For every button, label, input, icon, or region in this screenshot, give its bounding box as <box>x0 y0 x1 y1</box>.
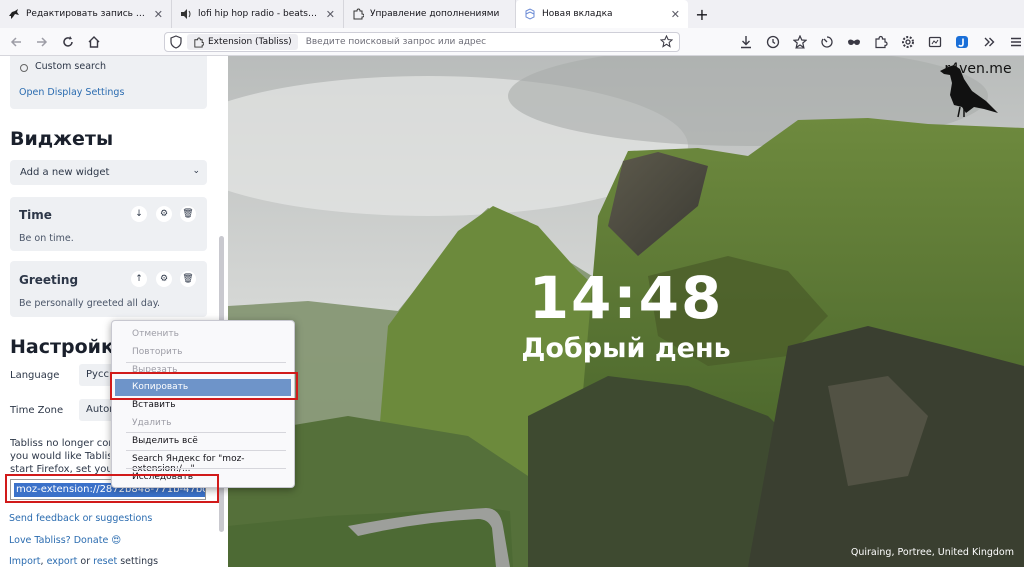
extension-identity-chip[interactable]: Extension (Tabliss) <box>187 34 298 50</box>
gear-icon[interactable] <box>894 28 921 56</box>
downloads-icon[interactable] <box>732 28 759 56</box>
home-icon[interactable] <box>81 29 107 55</box>
audio-icon <box>180 8 192 20</box>
reset-link[interactable]: reset <box>93 556 117 567</box>
import-link[interactable]: Import <box>9 556 41 567</box>
greeting-widget-card: Greeting Be personally greeted all day. … <box>10 261 207 317</box>
custom-search-label: Custom search <box>35 61 106 72</box>
language-label: Language <box>10 370 60 381</box>
url-placeholder: Введите поисковый запрос или адрес <box>305 37 487 47</box>
settings-text: settings <box>120 556 159 567</box>
forward-icon[interactable] <box>29 29 55 55</box>
tab-addons[interactable]: Управление дополнениями <box>344 0 516 28</box>
chevron-down-icon: ⌄ <box>192 166 200 176</box>
trash-icon[interactable]: 🗑 <box>180 271 196 287</box>
menu-item-undo[interactable]: Отменить <box>115 326 291 343</box>
widgets-heading: Виджеты <box>10 128 114 150</box>
close-icon[interactable]: ✕ <box>154 8 163 21</box>
gear-icon[interactable]: ⚙ <box>156 206 172 222</box>
photo-location[interactable]: Quiraing, Portree, United Kingdom <box>851 547 1014 558</box>
puzzle-icon <box>194 36 204 48</box>
shield-icon[interactable] <box>169 35 183 49</box>
custom-search-radio[interactable] <box>20 64 28 72</box>
new-tab-button[interactable]: + <box>688 0 716 28</box>
menu-icon[interactable] <box>1002 28 1024 56</box>
time-widget-title: Time <box>19 208 52 222</box>
tab-label: lofi hip hop radio - beats to relax/ <box>198 9 320 19</box>
homepage-note: Tabliss no longer contr you would like T… <box>10 437 110 476</box>
menu-item-delete[interactable]: Удалить <box>115 415 291 432</box>
history-icon[interactable] <box>759 28 786 56</box>
menu-item-search-yandex[interactable]: Search Яндекс for "moz-extension:/..." <box>115 451 291 474</box>
tabliss-icon <box>524 8 536 20</box>
watermark-logo: r4ven.me <box>936 61 1020 118</box>
extensions-icon[interactable] <box>867 28 894 56</box>
add-widget-label: Add a new widget <box>20 167 110 178</box>
context-menu: Отменить Повторить Вырезать Копировать В… <box>111 320 295 488</box>
note-line: you would like Tabliss t <box>10 451 110 462</box>
menu-item-redo[interactable]: Повторить <box>115 344 291 361</box>
clock-time: 14:48 <box>528 264 724 332</box>
tabliss-background: r4ven.me 14:48 Добрый день Quiraing, Por… <box>228 56 1024 567</box>
greeting-text: Добрый день <box>521 333 731 364</box>
puzzle-icon <box>352 8 364 20</box>
import-export-line: Import, export or reset settings <box>9 556 159 567</box>
time-widget-card: Time Be on time. ↓ ⚙ 🗑 <box>10 197 207 251</box>
greeting-widget-desc: Be personally greeted all day. <box>19 298 160 309</box>
tab-edit-post[interactable]: Редактировать запись ‹ Ворони ✕ <box>0 0 172 28</box>
open-display-settings-link[interactable]: Open Display Settings <box>19 87 124 98</box>
back-icon[interactable] <box>3 29 29 55</box>
timezone-label: Time Zone <box>10 405 64 416</box>
tab-label: Новая вкладка <box>542 9 613 19</box>
search-settings-card: Custom search Open Display Settings <box>10 56 207 109</box>
extension-chip-label: Extension (Tabliss) <box>208 37 292 47</box>
tab-lofi[interactable]: lofi hip hop radio - beats to relax/ ✕ <box>172 0 344 28</box>
screenshot-icon[interactable] <box>921 28 948 56</box>
note-line: Tabliss no longer contr <box>10 438 110 449</box>
add-widget-select[interactable]: Add a new widget ⌄ <box>10 160 207 185</box>
reload-icon[interactable] <box>55 29 81 55</box>
navigation-bar: Extension (Tabliss) Введите поисковый за… <box>0 28 1024 56</box>
joplin-icon[interactable] <box>948 28 975 56</box>
close-icon[interactable]: ✕ <box>671 8 680 21</box>
toolbar-right <box>732 28 1024 56</box>
overflow-chevrons-icon[interactable] <box>975 28 1002 56</box>
export-link[interactable]: export <box>47 556 78 567</box>
gear-icon[interactable]: ⚙ <box>156 271 172 287</box>
trash-icon[interactable]: 🗑 <box>180 206 196 222</box>
move-down-icon[interactable]: ↓ <box>131 206 147 222</box>
timer-icon[interactable] <box>813 28 840 56</box>
url-bar[interactable]: Extension (Tabliss) Введите поисковый за… <box>164 32 680 52</box>
annotation-highlight-copy <box>110 372 298 400</box>
close-icon[interactable]: ✕ <box>326 8 335 21</box>
tab-new[interactable]: Новая вкладка ✕ <box>516 0 688 28</box>
raven-icon <box>8 8 20 20</box>
or-text: or <box>80 556 91 567</box>
donate-link[interactable]: Love Tabliss? Donate 😍 <box>9 535 121 546</box>
tab-label: Управление дополнениями <box>370 9 500 19</box>
settings-heading: Настройки <box>10 336 128 358</box>
mask-icon[interactable] <box>840 28 867 56</box>
raven-icon <box>940 65 998 118</box>
bookmarks-icon[interactable] <box>786 28 813 56</box>
tab-strip: Редактировать запись ‹ Ворони ✕ lofi hip… <box>0 0 1024 28</box>
move-up-icon[interactable]: ↑ <box>131 271 147 287</box>
time-widget-desc: Be on time. <box>19 233 74 244</box>
bookmark-star-icon[interactable] <box>660 35 673 48</box>
greeting-widget-title: Greeting <box>19 273 79 287</box>
tab-label: Редактировать запись ‹ Ворони <box>26 9 148 19</box>
annotation-highlight-url <box>5 474 219 503</box>
feedback-link[interactable]: Send feedback or suggestions <box>9 513 152 524</box>
menu-item-select-all[interactable]: Выделить всё <box>115 433 291 450</box>
